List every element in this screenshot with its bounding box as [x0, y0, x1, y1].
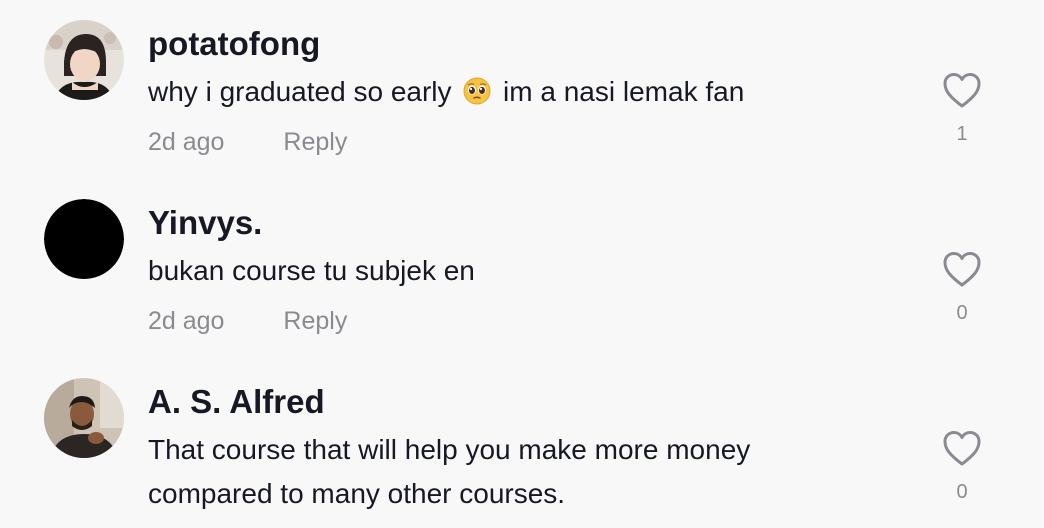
like-control: 1: [940, 70, 984, 146]
comment-username[interactable]: potatofong: [148, 20, 848, 68]
comment-timestamp: 2d ago: [148, 307, 225, 335]
comment-text: why i graduated so early im a nasi lemak…: [148, 70, 848, 114]
like-count: 1: [956, 123, 968, 145]
comment-list: potatofong why i graduated so early im a…: [0, 0, 1044, 528]
comment-username[interactable]: A. S. Alfred: [148, 378, 848, 426]
comment-text: That course that will help you make more…: [148, 434, 751, 509]
like-control: 0: [940, 249, 984, 325]
heart-icon[interactable]: [940, 70, 984, 110]
comment-meta: 2d ago Reply: [148, 124, 848, 160]
like-count: 0: [956, 481, 968, 503]
comment-body: Yinvys. bukan course tu subjek en 2d ago…: [148, 199, 848, 339]
pleading-face-emoji-icon: [463, 74, 491, 105]
comment-body: A. S. Alfred That course that will help …: [148, 378, 848, 516]
avatar[interactable]: [44, 199, 124, 279]
comment-timestamp: 2d ago: [148, 128, 225, 156]
comment-username[interactable]: Yinvys.: [148, 199, 848, 247]
like-control: 0: [940, 428, 984, 504]
heart-icon[interactable]: [940, 428, 984, 468]
reply-button[interactable]: Reply: [283, 303, 347, 339]
comment-text-part: why i graduated so early: [148, 76, 460, 107]
heart-icon[interactable]: [940, 249, 984, 289]
like-count: 0: [956, 302, 968, 324]
comment-text-part: im a nasi lemak fan: [495, 76, 745, 107]
avatar[interactable]: [44, 20, 124, 100]
comment-meta: 2d ago Reply: [148, 303, 848, 339]
comment-body: potatofong why i graduated so early im a…: [148, 20, 848, 160]
reply-button[interactable]: Reply: [283, 124, 347, 160]
avatar[interactable]: [44, 378, 124, 458]
comment-text: bukan course tu subjek en: [148, 255, 475, 286]
